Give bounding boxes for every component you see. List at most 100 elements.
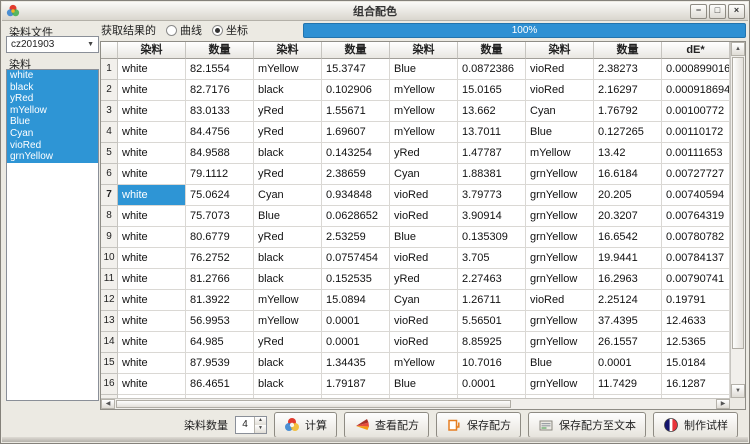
column-header[interactable]: 数量 [322, 42, 390, 59]
table-cell[interactable]: 15.0894 [322, 290, 390, 311]
row-number[interactable]: 14 [101, 332, 118, 353]
table-cell[interactable]: mYellow [526, 143, 594, 164]
table-row[interactable]: 15white87.9539black1.34435mYellow10.7016… [101, 353, 730, 374]
table-cell[interactable]: black [254, 269, 322, 290]
table-cell[interactable]: 1.55671 [322, 101, 390, 122]
column-header[interactable]: 数量 [594, 42, 662, 59]
table-cell[interactable]: white [118, 374, 186, 395]
table-cell[interactable]: 0.0872386 [458, 59, 526, 80]
table-cell[interactable]: 75.0624 [186, 185, 254, 206]
table-cell[interactable]: 0.0001 [322, 311, 390, 332]
table-cell[interactable]: 0.0001 [322, 332, 390, 353]
row-number[interactable]: 8 [101, 206, 118, 227]
table-cell[interactable]: Cyan [254, 185, 322, 206]
table-cell[interactable]: white [118, 269, 186, 290]
table-cell[interactable]: 0.127265 [594, 122, 662, 143]
table-cell[interactable]: 1.34435 [322, 353, 390, 374]
table-cell[interactable]: grnYellow [526, 248, 594, 269]
table-cell[interactable]: 3.90914 [458, 206, 526, 227]
table-cell[interactable]: 13.7011 [458, 122, 526, 143]
table-cell[interactable]: white [118, 332, 186, 353]
table-cell[interactable]: Cyan [390, 290, 458, 311]
table-cell[interactable]: 3.79773 [458, 185, 526, 206]
table-cell[interactable]: 1.88381 [458, 164, 526, 185]
table-cell[interactable]: mYellow [390, 101, 458, 122]
column-header[interactable]: 染料 [118, 42, 186, 59]
radio-coordinate-label[interactable]: 坐标 [226, 22, 248, 38]
table-cell[interactable]: white [118, 185, 186, 206]
table-cell[interactable]: yRed [254, 227, 322, 248]
table-cell[interactable]: Blue [254, 206, 322, 227]
table-cell[interactable]: 2.38273 [594, 59, 662, 80]
table-cell[interactable]: black [254, 143, 322, 164]
column-header[interactable]: 染料 [526, 42, 594, 59]
table-cell[interactable]: white [118, 227, 186, 248]
table-row[interactable]: 14white64.985yRed0.0001vioRed8.85925grnY… [101, 332, 730, 353]
table-cell[interactable]: Cyan [390, 164, 458, 185]
table-cell[interactable]: grnYellow [526, 206, 594, 227]
table-cell[interactable]: 1.79187 [322, 374, 390, 395]
table-cell[interactable]: 1.47787 [458, 143, 526, 164]
table-cell[interactable]: mYellow [254, 59, 322, 80]
table-cell[interactable]: 2.16297 [594, 80, 662, 101]
table-cell[interactable]: yRed [254, 101, 322, 122]
table-cell[interactable]: Blue [390, 59, 458, 80]
column-header[interactable]: dE* [662, 42, 730, 59]
table-row[interactable]: 13white56.9953mYellow0.0001vioRed5.56501… [101, 311, 730, 332]
view-recipe-button[interactable]: 查看配方 [344, 412, 429, 438]
table-row[interactable]: 6white79.1112yRed2.38659Cyan1.88381grnYe… [101, 164, 730, 185]
table-cell[interactable]: 0.102906 [322, 80, 390, 101]
table-cell[interactable]: Blue [526, 353, 594, 374]
vertical-scrollbar[interactable]: ▲ ▼ [730, 42, 745, 398]
table-cell[interactable]: white [118, 101, 186, 122]
dye-list-item[interactable]: mYellow [7, 105, 98, 117]
table-cell[interactable]: 0.00784137 [662, 248, 730, 269]
table-cell[interactable]: yRed [254, 332, 322, 353]
horizontal-scroll-thumb[interactable] [116, 400, 511, 408]
table-cell[interactable]: yRed [254, 122, 322, 143]
table-row[interactable]: 10white76.2752black0.0757454vioRed3.705g… [101, 248, 730, 269]
table-cell[interactable]: 1.69607 [322, 122, 390, 143]
column-header[interactable]: 数量 [186, 42, 254, 59]
table-cell[interactable]: vioRed [390, 332, 458, 353]
table-row[interactable]: 4white84.4756yRed1.69607mYellow13.7011Bl… [101, 122, 730, 143]
vertical-scroll-thumb[interactable] [732, 57, 744, 349]
dye-list-item[interactable]: yRed [7, 93, 98, 105]
dye-count-spinner[interactable]: 4 ▲ ▼ [235, 416, 267, 434]
table-cell[interactable]: 84.9588 [186, 143, 254, 164]
table-cell[interactable]: white [118, 353, 186, 374]
table-cell[interactable]: 8.85925 [458, 332, 526, 353]
table-cell[interactable]: 82.7176 [186, 80, 254, 101]
table-cell[interactable]: 15.3747 [322, 59, 390, 80]
minimize-button[interactable]: − [690, 4, 707, 19]
table-cell[interactable]: 0.934848 [322, 185, 390, 206]
table-cell[interactable]: yRed [390, 143, 458, 164]
table-cell[interactable]: 13.42 [594, 143, 662, 164]
row-number[interactable]: 3 [101, 101, 118, 122]
row-number[interactable]: 13 [101, 311, 118, 332]
dye-list-item[interactable]: black [7, 82, 98, 94]
table-cell[interactable]: 80.6779 [186, 227, 254, 248]
horizontal-scrollbar[interactable]: ◀ ▶ [101, 398, 730, 409]
table-cell[interactable]: 0.00764319 [662, 206, 730, 227]
close-button[interactable]: × [728, 4, 745, 19]
column-header[interactable]: 染料 [390, 42, 458, 59]
table-row[interactable]: 16white86.4651black1.79187Blue0.0001grnY… [101, 374, 730, 395]
dye-file-select[interactable]: cz201903 ▼ [6, 36, 99, 53]
dye-list-item[interactable]: Blue [7, 116, 98, 128]
radio-curve-label[interactable]: 曲线 [180, 22, 202, 38]
table-cell[interactable]: 2.38659 [322, 164, 390, 185]
dye-list-item[interactable]: Cyan [7, 128, 98, 140]
table-cell[interactable]: black [254, 80, 322, 101]
table-cell[interactable]: vioRed [526, 290, 594, 311]
table-cell[interactable]: 0.00111653 [662, 143, 730, 164]
table-cell[interactable]: 16.6542 [594, 227, 662, 248]
table-cell[interactable]: yRed [390, 269, 458, 290]
column-header[interactable]: 数量 [458, 42, 526, 59]
table-cell[interactable]: black [254, 374, 322, 395]
table-cell[interactable]: 82.1554 [186, 59, 254, 80]
table-cell[interactable]: mYellow [254, 290, 322, 311]
scroll-right-icon[interactable]: ▶ [716, 399, 730, 409]
table-cell[interactable]: 10.7016 [458, 353, 526, 374]
calculate-button[interactable]: 计算 [274, 412, 337, 438]
